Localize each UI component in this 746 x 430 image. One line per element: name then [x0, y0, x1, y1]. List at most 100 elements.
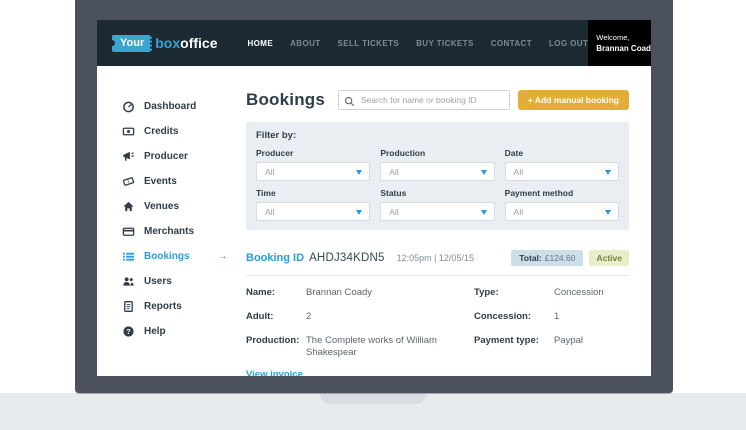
filter-field-time: Time All — [256, 181, 371, 221]
nav-sell-tickets[interactable]: SELL TICKETS — [338, 39, 400, 48]
sidebar-item-users[interactable]: Users — [122, 269, 235, 294]
nav-about[interactable]: ABOUT — [290, 39, 320, 48]
sidebar-label: Venues — [144, 201, 180, 212]
filter-value: All — [265, 166, 275, 177]
booking-id-label: Booking ID — [246, 252, 305, 264]
sidebar-label: Help — [144, 326, 166, 337]
sidebar-label: Events — [144, 176, 177, 187]
filter-select-time[interactable]: All — [256, 202, 371, 221]
total-value: £124.60 — [544, 253, 576, 263]
welcome-user-box: Welcome, Brannan Coady — [588, 20, 651, 66]
booking-datetime: 12:05pm | 12/05/15 — [396, 253, 474, 263]
sidebar-label: Producer — [144, 151, 188, 162]
total-badge: Total: £124.60 — [511, 250, 584, 266]
detail-label: Concession: — [474, 310, 532, 322]
sidebar-label: Dashboard — [144, 101, 197, 112]
filter-select-producer[interactable]: All — [256, 162, 371, 181]
filter-row-2: Time All Status All Payment method All — [256, 181, 619, 221]
divider — [246, 275, 629, 276]
sidebar-item-credits[interactable]: Credits — [122, 119, 235, 144]
booking-badges: Total: £124.60 Active — [511, 250, 629, 266]
detail-value: 2 — [306, 310, 312, 322]
page-title: Bookings — [246, 90, 326, 109]
sidebar-label: Users — [144, 276, 172, 287]
nav-contact[interactable]: CONTACT — [491, 39, 532, 48]
filter-panel: Filter by: Producer All Production All D… — [246, 122, 629, 230]
nav-log-out[interactable]: LOG OUT — [549, 39, 588, 48]
app-header: Your box office HOME ABOUT SELL TICKETS B… — [97, 20, 651, 66]
sidebar-item-merchants[interactable]: Merchants — [122, 219, 235, 244]
welcome-text: Welcome, — [596, 33, 630, 42]
sidebar-label: Merchants — [144, 226, 195, 237]
arrow-right-icon: → — [217, 251, 228, 262]
chevron-down-icon — [480, 170, 487, 175]
chevron-down-icon — [480, 210, 487, 215]
detail-label: Adult: — [246, 310, 274, 322]
filter-field-producer: Producer All — [256, 141, 371, 181]
main-content: Bookings + Add manual booking Filter by: — [235, 66, 651, 376]
sidebar-label: Bookings — [144, 251, 190, 262]
sidebar-item-producer[interactable]: Producer — [122, 144, 235, 169]
main-toolbar: Bookings + Add manual booking — [246, 90, 629, 110]
total-label: Total: — [519, 253, 542, 263]
nav-home[interactable]: HOME — [247, 39, 273, 48]
filter-select-payment-method[interactable]: All — [504, 202, 619, 221]
filter-select-production[interactable]: All — [380, 162, 495, 181]
detail-label: Type: — [474, 287, 499, 298]
filter-field-date: Date All — [504, 141, 619, 181]
chevron-down-icon — [604, 210, 611, 215]
detail-label: Name: — [246, 287, 276, 298]
sidebar-item-help[interactable]: ? Help — [122, 319, 235, 344]
sidebar: Dashboard Credits Producer Events Venues… — [97, 66, 235, 376]
svg-text:?: ? — [126, 327, 131, 336]
credits-icon — [122, 125, 135, 138]
filter-label: Producer — [256, 148, 294, 158]
detail-value: Concession — [554, 287, 604, 298]
filter-select-status[interactable]: All — [380, 202, 495, 221]
filter-field-status: Status All — [380, 181, 495, 221]
sidebar-item-dashboard[interactable]: Dashboard — [122, 94, 235, 119]
sidebar-item-events[interactable]: Events — [122, 169, 235, 194]
filter-title: Filter by: — [256, 130, 297, 141]
logo-text-office: office — [180, 35, 218, 51]
nav-buy-tickets[interactable]: BUY TICKETS — [416, 39, 474, 48]
events-icon — [122, 175, 135, 188]
search-icon — [344, 94, 355, 112]
page: Your box office HOME ABOUT SELL TICKETS B… — [0, 0, 746, 430]
filter-field-production: Production All — [380, 141, 495, 181]
sidebar-label: Reports — [144, 301, 182, 312]
filter-label: Time — [256, 188, 276, 198]
filter-value: All — [389, 206, 399, 217]
booking-row-header[interactable]: Booking ID AHDJ34KDN5 12:05pm | 12/05/15… — [246, 250, 629, 266]
filter-select-date[interactable]: All — [504, 162, 619, 181]
dashboard-icon — [122, 100, 135, 113]
chevron-down-icon — [356, 170, 363, 175]
logo-ticket-icon: Your — [108, 34, 153, 52]
detail-label: Payment type: — [474, 334, 539, 346]
sidebar-label: Credits — [144, 126, 179, 137]
sidebar-item-reports[interactable]: Reports — [122, 294, 235, 319]
filter-value: All — [513, 206, 524, 217]
detail-value: Brannan Coady — [306, 287, 373, 298]
top-nav: HOME ABOUT SELL TICKETS BUY TICKETS CONT… — [247, 20, 588, 66]
venues-icon — [122, 200, 135, 213]
filter-label: Production — [380, 148, 426, 158]
logo[interactable]: Your box office — [97, 20, 217, 66]
users-icon — [122, 275, 135, 288]
app-screen: Your box office HOME ABOUT SELL TICKETS B… — [97, 20, 651, 376]
app-body: Dashboard Credits Producer Events Venues… — [97, 66, 651, 376]
logo-text-box: box — [155, 35, 181, 51]
sidebar-item-bookings[interactable]: Bookings → — [122, 244, 235, 269]
view-invoice-link[interactable]: View invoice — [246, 369, 303, 376]
booking-details: Name: Brannan Coady Type: Concession Adu… — [246, 287, 629, 360]
bookings-icon — [122, 250, 135, 263]
filter-value: All — [513, 166, 524, 177]
add-manual-booking-button[interactable]: + Add manual booking — [517, 90, 629, 110]
filter-value: All — [265, 206, 275, 217]
filter-field-payment-method: Payment method All — [504, 181, 619, 221]
sidebar-item-venues[interactable]: Venues — [122, 194, 235, 219]
filter-label: Date — [504, 148, 524, 158]
search-input[interactable] — [337, 90, 510, 110]
detail-value: Paypal — [554, 334, 584, 346]
search-box — [337, 90, 510, 112]
